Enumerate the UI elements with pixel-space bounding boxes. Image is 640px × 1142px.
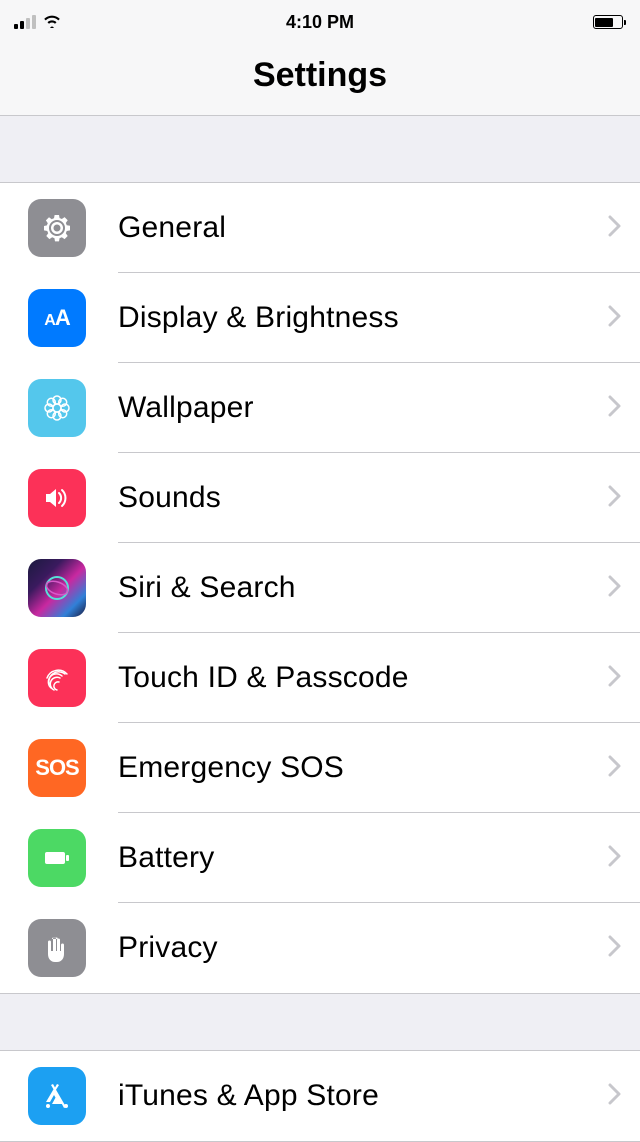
- chevron-right-icon: [608, 392, 622, 424]
- battery-icon: [593, 15, 627, 29]
- chevron-right-icon: [608, 302, 622, 334]
- row-label: Sounds: [118, 481, 608, 515]
- row-privacy[interactable]: Privacy: [0, 903, 640, 993]
- status-left: [14, 13, 62, 31]
- cellular-signal-icon: [14, 15, 36, 29]
- chevron-right-icon: [608, 482, 622, 514]
- page-title: Settings: [0, 56, 640, 95]
- row-label: General: [118, 211, 608, 245]
- gear-icon: [28, 199, 86, 257]
- hand-icon: [28, 919, 86, 977]
- row-display-brightness[interactable]: AA Display & Brightness: [0, 273, 640, 363]
- app-store-icon: [28, 1067, 86, 1125]
- chevron-right-icon: [608, 662, 622, 694]
- row-label: Touch ID & Passcode: [118, 661, 608, 695]
- wifi-icon: [42, 13, 62, 31]
- section-spacer: [0, 116, 640, 182]
- row-label: iTunes & App Store: [118, 1079, 608, 1113]
- chevron-right-icon: [608, 212, 622, 244]
- row-label: Siri & Search: [118, 571, 608, 605]
- row-label: Wallpaper: [118, 391, 608, 425]
- section-gap: [0, 994, 640, 1050]
- status-time: 4:10 PM: [286, 12, 354, 33]
- row-wallpaper[interactable]: Wallpaper: [0, 363, 640, 453]
- row-label: Privacy: [118, 931, 608, 965]
- chevron-right-icon: [608, 572, 622, 604]
- settings-section-1: General AA Display & Brightness Wallpape…: [0, 182, 640, 994]
- fingerprint-icon: [28, 649, 86, 707]
- siri-icon: [28, 559, 86, 617]
- settings-section-2: iTunes & App Store: [0, 1050, 640, 1142]
- status-bar: 4:10 PM: [0, 0, 640, 44]
- text-size-icon: AA: [28, 289, 86, 347]
- header: Settings: [0, 44, 640, 116]
- row-label: Emergency SOS: [118, 751, 608, 785]
- row-itunes-app-store[interactable]: iTunes & App Store: [0, 1051, 640, 1141]
- row-general[interactable]: General: [0, 183, 640, 273]
- row-label: Battery: [118, 841, 608, 875]
- row-touch-id-passcode[interactable]: Touch ID & Passcode: [0, 633, 640, 723]
- row-sounds[interactable]: Sounds: [0, 453, 640, 543]
- row-label: Display & Brightness: [118, 301, 608, 335]
- battery-full-icon: [28, 829, 86, 887]
- sos-icon: SOS: [28, 739, 86, 797]
- chevron-right-icon: [608, 932, 622, 964]
- row-battery[interactable]: Battery: [0, 813, 640, 903]
- row-emergency-sos[interactable]: SOS Emergency SOS: [0, 723, 640, 813]
- row-siri-search[interactable]: Siri & Search: [0, 543, 640, 633]
- speaker-icon: [28, 469, 86, 527]
- chevron-right-icon: [608, 752, 622, 784]
- flower-icon: [28, 379, 86, 437]
- chevron-right-icon: [608, 842, 622, 874]
- chevron-right-icon: [608, 1080, 622, 1112]
